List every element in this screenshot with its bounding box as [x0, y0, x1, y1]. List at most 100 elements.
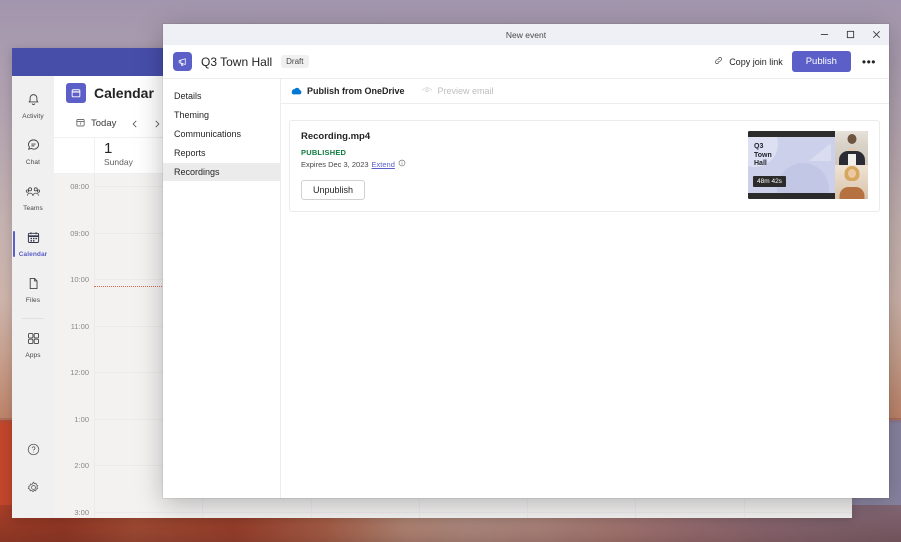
participant-tile-1 [835, 131, 868, 165]
status-badge: Draft [281, 55, 309, 68]
rail-bottom-actions [12, 442, 54, 500]
recording-info: Recording.mp4 PUBLISHED Expires Dec 3, 2… [301, 131, 748, 200]
app-rail: Activity Chat Teams Calendar Files Apps [12, 76, 54, 518]
copy-join-link-button[interactable]: Copy join link [713, 55, 783, 68]
content-tabs: Publish from OneDrive Preview email [281, 79, 889, 104]
calendar-hour-line [95, 511, 203, 513]
link-icon [713, 55, 724, 68]
rail-divider [22, 318, 44, 319]
tab-publish-from-onedrive[interactable]: Publish from OneDrive [290, 86, 405, 97]
calendar-hour-line [203, 511, 311, 513]
sidebar-item-files-label: Files [25, 297, 41, 304]
calendar-today-icon [75, 117, 86, 131]
calendar-time-label: 11:00 [70, 321, 89, 331]
thumbnail-main-stage: Q3 Town Hall 48m 42s [748, 131, 835, 199]
thumbnail-slide-line-1: Q3 [754, 143, 764, 150]
dialog-header: Q3 Town Hall Draft Copy join link Publis… [163, 45, 889, 78]
recording-filename: Recording.mp4 [301, 131, 371, 142]
thumbnail-slide-line-2: Town [754, 151, 772, 159]
tab-publish-from-onedrive-label: Publish from OneDrive [307, 86, 405, 96]
sidebar-item-apps-label: Apps [25, 352, 41, 359]
info-circle-icon[interactable] [398, 159, 406, 169]
thumbnail-participant-tiles [835, 131, 868, 199]
page-title: Calendar [94, 85, 154, 101]
file-icon [26, 276, 41, 296]
recording-status: PUBLISHED [301, 148, 347, 157]
calendar-time-label: 2:00 [74, 461, 89, 470]
calendar-time-label: 09:00 [70, 228, 89, 238]
participant-shirt [847, 154, 856, 165]
calendar-icon [26, 230, 41, 250]
calendar-time-label: 10:00 [70, 275, 89, 284]
calendar-hour-line [311, 511, 419, 513]
participant-head [847, 134, 856, 144]
nav-item-recordings[interactable]: Recordings [163, 163, 280, 181]
bell-icon [26, 92, 41, 112]
tab-preview-email-label: Preview email [437, 86, 494, 96]
calendar-gutter-spacer [54, 138, 94, 173]
gear-icon[interactable] [26, 480, 41, 500]
extend-link[interactable]: Extend [372, 160, 395, 169]
calendar-time-label: 3:00 [74, 507, 89, 517]
sidebar-item-teams-label: Teams [23, 205, 43, 212]
participant-body [839, 187, 864, 199]
megaphone-icon [173, 52, 192, 71]
nav-item-recordings-label: Recordings [174, 167, 220, 177]
tab-preview-email: Preview email [421, 86, 494, 97]
calendar-app-icon [66, 83, 86, 103]
sidebar-item-calendar-label: Calendar [18, 251, 48, 258]
calendar-hour-line [744, 511, 852, 513]
recording-expires-text: Expires Dec 3, 2023 [301, 159, 369, 169]
recording-card: Recording.mp4 PUBLISHED Expires Dec 3, 2… [289, 120, 880, 212]
chevron-left-icon[interactable] [125, 114, 145, 134]
more-horizontal-icon[interactable]: ••• [860, 55, 878, 69]
today-button-label: Today [91, 118, 117, 129]
sidebar-item-calendar[interactable]: Calendar [12, 224, 54, 264]
thumbnail-slide-title: Q3 Town Hall [754, 143, 772, 169]
calendar-time-label: 1:00 [74, 414, 89, 424]
nav-item-communications[interactable]: Communications [163, 125, 280, 143]
eye-preview-icon [421, 86, 433, 97]
dialog-nav: Details Theming Communications Reports R… [163, 79, 281, 498]
participant-tile-2 [835, 165, 868, 199]
sidebar-item-teams[interactable]: Teams [12, 178, 54, 218]
sidebar-item-files[interactable]: Files [12, 270, 54, 310]
today-button[interactable]: Today [68, 114, 123, 134]
sidebar-item-activity-label: Activity [22, 113, 44, 120]
sidebar-item-chat-label: Chat [25, 159, 41, 166]
thumbnail-slide: Q3 Town Hall 48m 42s [748, 137, 835, 193]
people-icon [25, 184, 41, 204]
dialog-titlebar[interactable]: New event [163, 24, 889, 45]
sidebar-item-chat[interactable]: Chat [12, 132, 54, 172]
thumbnail-duration-badge: 48m 42s [753, 176, 786, 187]
thumbnail-slide-line-3: Hall [754, 160, 767, 167]
onedrive-cloud-icon [290, 86, 302, 97]
dialog-header-actions: Copy join link Publish ••• [713, 51, 878, 72]
nav-item-theming-label: Theming [174, 110, 210, 120]
desktop: Activity Chat Teams Calendar Files Apps … [0, 0, 901, 542]
calendar-hour-line [636, 511, 744, 513]
dialog-window-title: New event [505, 29, 547, 40]
slide-decor-triangle [809, 143, 831, 161]
event-title: Q3 Town Hall [201, 54, 273, 69]
nav-item-theming[interactable]: Theming [163, 106, 280, 124]
dialog-body: Details Theming Communications Reports R… [163, 78, 889, 498]
new-event-dialog: New event Q3 Town Hall Draft Copy join l… [163, 24, 889, 498]
calendar-time-label: 12:00 [70, 368, 89, 377]
calendar-time-label: 08:00 [70, 182, 89, 191]
publish-button[interactable]: Publish [791, 51, 851, 72]
nav-item-details[interactable]: Details [163, 87, 280, 105]
dialog-content: Publish from OneDrive Preview email Reco… [281, 79, 889, 498]
unpublish-button[interactable]: Unpublish [301, 180, 366, 200]
calendar-hour-line [419, 511, 528, 513]
nav-item-communications-label: Communications [174, 129, 242, 139]
recording-thumbnail[interactable]: Q3 Town Hall 48m 42s [748, 131, 868, 199]
sidebar-item-apps[interactable]: Apps [12, 325, 54, 365]
calendar-time-gutter: 08:00 09:00 10:00 11:00 12:00 1:00 2:00 3:00 [54, 174, 94, 518]
help-circle-icon[interactable] [26, 442, 41, 462]
calendar-hour-line [528, 511, 636, 513]
copy-join-link-label: Copy join link [729, 56, 783, 67]
chat-icon [26, 138, 41, 158]
nav-item-reports[interactable]: Reports [163, 144, 280, 162]
sidebar-item-activity[interactable]: Activity [12, 86, 54, 126]
